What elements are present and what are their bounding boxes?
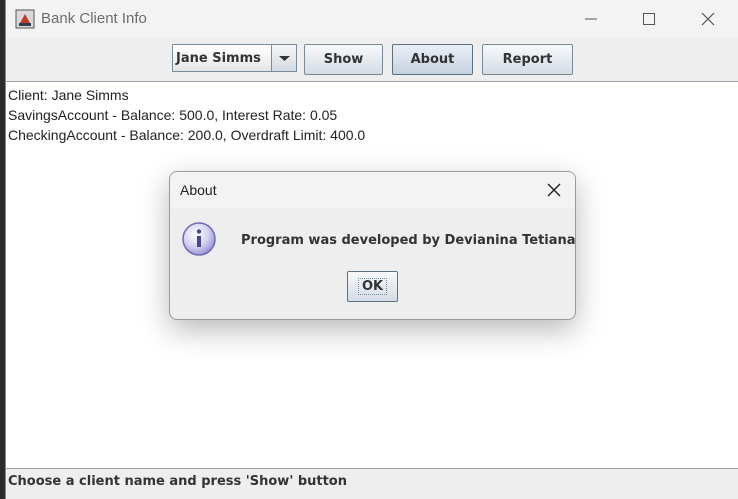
java-app-icon	[15, 9, 35, 29]
minimize-icon	[585, 18, 597, 20]
maximize-button[interactable]	[621, 0, 679, 38]
info-icon	[182, 222, 216, 256]
toolbar: Jane Simms Show About Report	[6, 38, 738, 81]
window-title: Bank Client Info	[41, 10, 147, 27]
close-icon[interactable]	[545, 181, 563, 199]
client-select-value: Jane Simms	[176, 51, 261, 66]
about-button[interactable]: About	[392, 44, 473, 75]
about-dialog-message: Program was developed by Devianina Tetia…	[241, 233, 576, 248]
client-select[interactable]: Jane Simms	[172, 44, 297, 72]
minimize-button[interactable]	[563, 0, 621, 38]
checking-account-line: CheckingAccount - Balance: 200.0, Overdr…	[8, 127, 366, 143]
main-window: Bank Client Info Jane Simms Show About R…	[5, 0, 738, 499]
report-button[interactable]: Report	[482, 44, 573, 75]
show-button[interactable]: Show	[304, 44, 383, 75]
savings-account-line: SavingsAccount - Balance: 500.0, Interes…	[8, 107, 338, 123]
maximize-icon	[643, 13, 655, 25]
client-name-line: Client: Jane Simms	[8, 87, 129, 103]
close-button[interactable]	[680, 0, 738, 38]
about-dialog: About Program was developed by Devianina…	[169, 171, 576, 320]
ok-button[interactable]: OK	[347, 271, 398, 302]
title-bar[interactable]: Bank Client Info	[6, 0, 738, 38]
status-bar-text: Choose a client name and press 'Show' bu…	[8, 474, 347, 489]
close-icon	[701, 12, 715, 26]
ok-button-label: OK	[357, 278, 388, 295]
about-dialog-title: About	[180, 182, 217, 198]
chevron-down-icon	[279, 56, 290, 61]
client-select-dropdown-button[interactable]	[271, 45, 296, 71]
about-dialog-title-bar[interactable]: About	[170, 172, 575, 208]
